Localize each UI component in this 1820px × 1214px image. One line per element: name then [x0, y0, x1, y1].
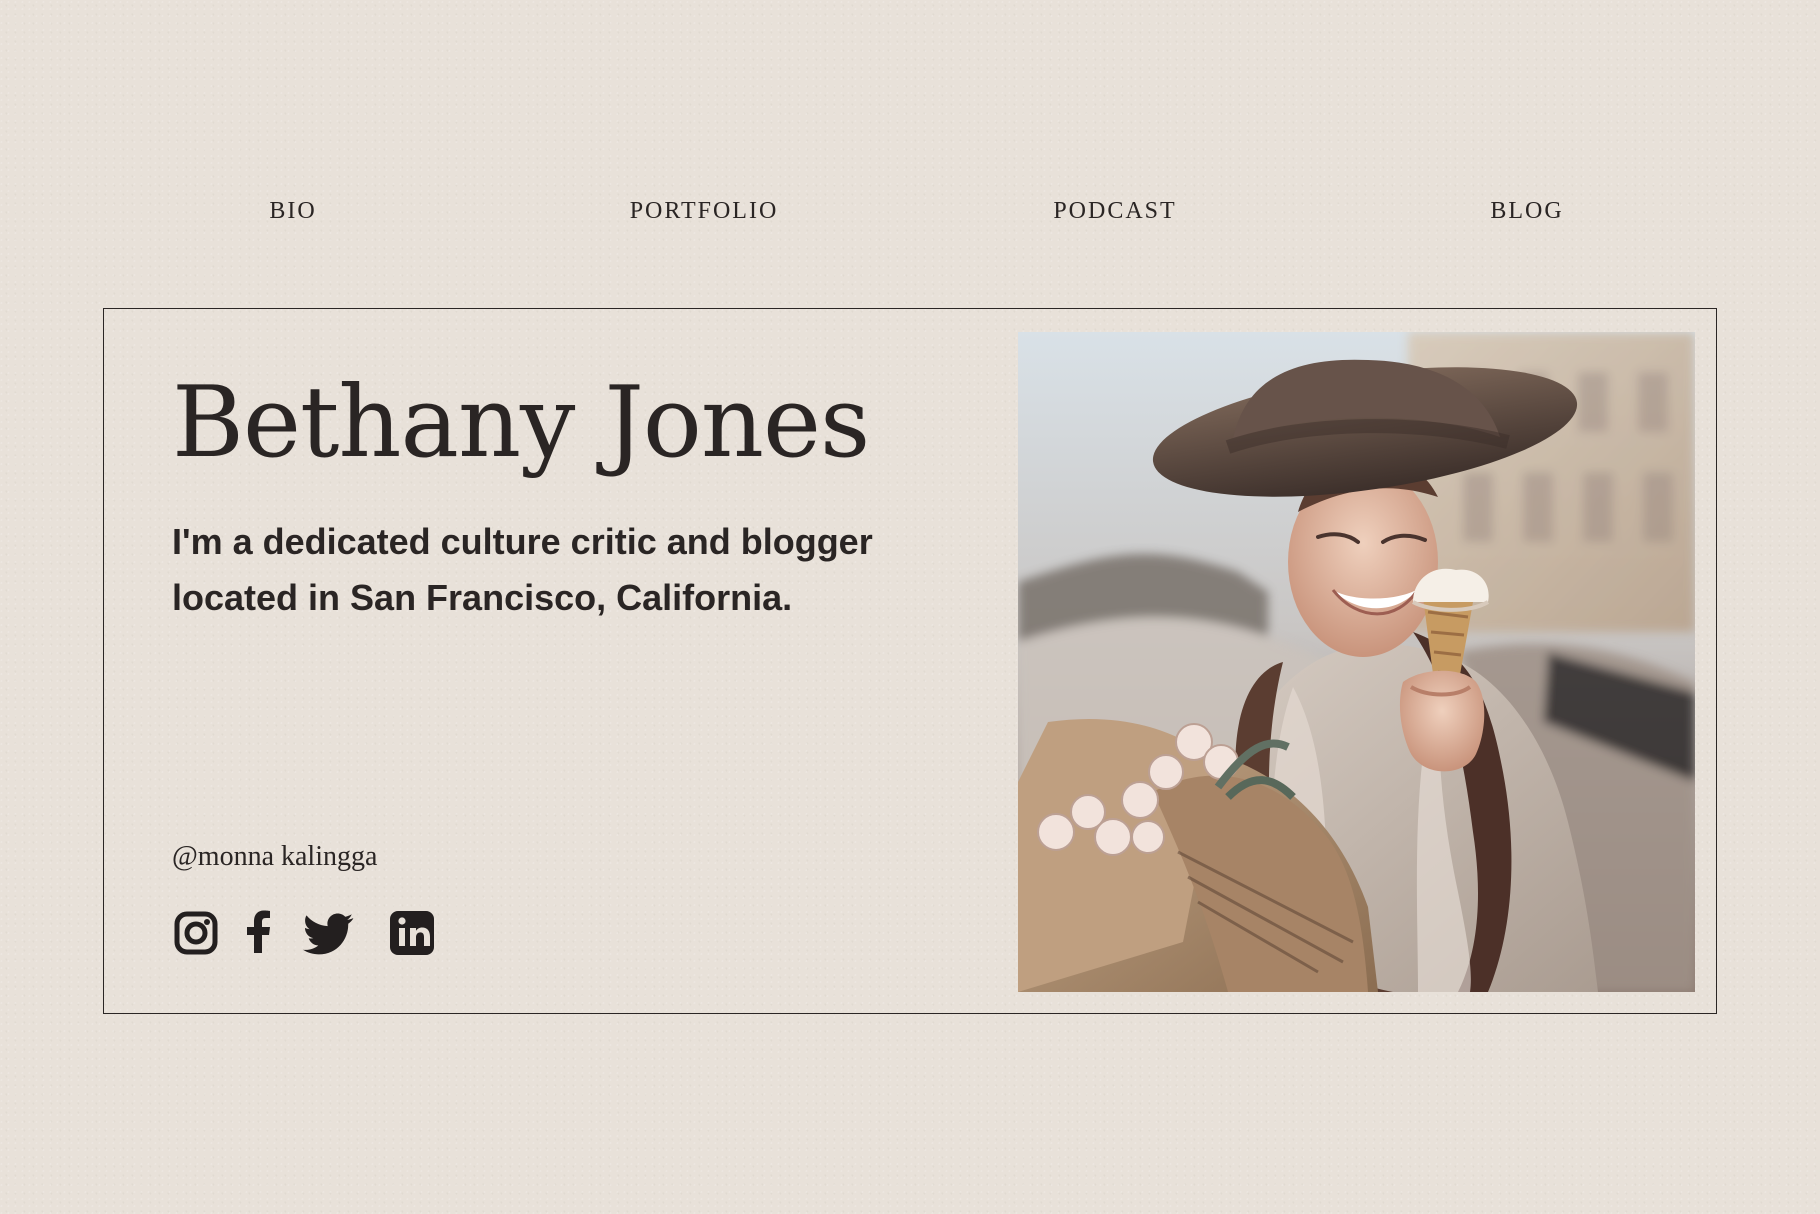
- profile-handle: @monna kalingga: [172, 841, 378, 872]
- twitter-icon-graphic: [303, 913, 354, 955]
- linkedin-icon[interactable]: [388, 909, 436, 957]
- linkedin-icon-graphic: [390, 911, 434, 955]
- social-links: [172, 908, 436, 958]
- profile-card: Bethany Jones I'm a dedicated culture cr…: [103, 308, 1717, 1014]
- instagram-icon[interactable]: [172, 909, 220, 957]
- profile-bio: I'm a dedicated culture critic and blogg…: [172, 521, 873, 618]
- nav-blog[interactable]: BLOG: [1417, 196, 1637, 226]
- instagram-icon-graphic: [174, 911, 218, 955]
- woman-with-ice-cream-photo: [1018, 332, 1695, 992]
- nav-podcast[interactable]: PODCAST: [1005, 196, 1225, 226]
- profile-name: Bethany Jones: [172, 366, 870, 480]
- facebook-icon-graphic: [247, 910, 270, 953]
- nav-bio[interactable]: BIO: [183, 196, 403, 226]
- twitter-icon[interactable]: [302, 909, 356, 957]
- top-navigation: BIO PORTFOLIO PODCAST BLOG: [0, 196, 1820, 226]
- nav-portfolio[interactable]: PORTFOLIO: [594, 196, 814, 226]
- facebook-icon[interactable]: [242, 909, 276, 957]
- profile-photo: [1018, 332, 1695, 992]
